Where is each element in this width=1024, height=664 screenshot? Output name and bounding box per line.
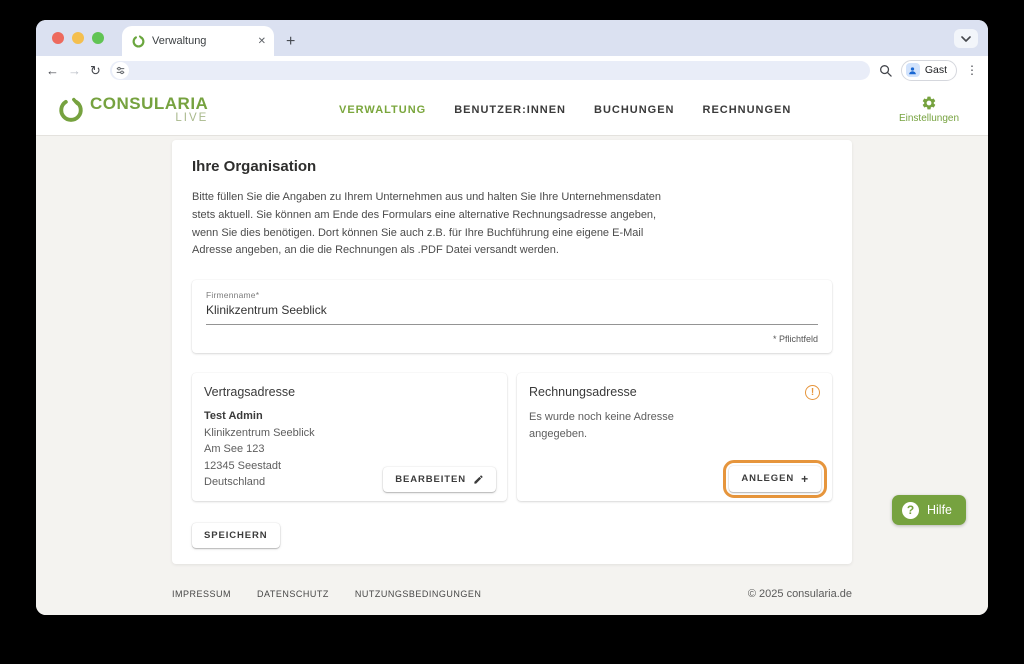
site-settings-icon[interactable] — [111, 61, 129, 79]
create-address-button[interactable]: ANLEGEN + — [729, 465, 821, 492]
minimize-window-button[interactable] — [72, 32, 84, 44]
tab-title: Verwaltung — [152, 35, 207, 47]
window-controls — [36, 20, 118, 56]
billing-address-head: Rechnungsadresse ! — [529, 385, 820, 401]
page-title: Ihre Organisation — [192, 158, 317, 175]
zoom-icon[interactable] — [879, 64, 892, 77]
organisation-card: Ihre Organisation Bitte füllen Sie die A… — [172, 140, 852, 564]
edit-address-button[interactable]: BEARBEITEN — [383, 466, 496, 492]
logo-name: CONSULARIA — [90, 93, 209, 113]
address-bar[interactable] — [109, 60, 870, 80]
maximize-window-button[interactable] — [92, 32, 104, 44]
nav-item-rechnungen[interactable]: RECHNUNGEN — [703, 104, 792, 116]
tab-close-icon[interactable]: ✕ — [258, 36, 266, 47]
close-window-button[interactable] — [52, 32, 64, 44]
footer-link-nutzungsbedingungen[interactable]: NUTZUNGSBEDINGUNGEN — [355, 589, 482, 599]
pencil-icon — [473, 474, 484, 485]
app-logo: CONSULARIA LIVE — [58, 95, 208, 125]
contract-address-card: Vertragsadresse Test Admin Klinikzentrum… — [192, 373, 507, 501]
contract-address-name: Test Admin — [204, 410, 263, 423]
help-button-label: Hilfe — [926, 503, 952, 517]
address-row: Vertragsadresse Test Admin Klinikzentrum… — [192, 373, 832, 501]
logo-text: CONSULARIA LIVE — [90, 95, 208, 125]
plus-icon: + — [801, 471, 809, 486]
profile-chip[interactable]: Gast — [900, 59, 957, 81]
nav-item-benutzerinnen[interactable]: BENUTZER:INNEN — [454, 104, 566, 116]
app-header: CONSULARIA LIVE VERWALTUNG BENUTZER:INNE… — [36, 84, 988, 136]
company-name-input[interactable]: Klinikzentrum Seeblick — [206, 300, 818, 326]
browser-menu-icon[interactable]: ⋮ — [966, 63, 978, 77]
reload-button[interactable]: ↻ — [90, 64, 101, 77]
contract-address-line: Am See 123 — [204, 443, 265, 456]
edit-button-label: BEARBEITEN — [395, 473, 466, 485]
browser-toolbar: ← → ↻ Gast ⋮ — [36, 56, 988, 84]
nav-item-buchungen[interactable]: BUCHUNGEN — [594, 104, 675, 116]
billing-address-empty-text: Es wurde noch keine Adresse angegeben. — [529, 411, 674, 440]
gear-icon — [921, 95, 937, 111]
profile-avatar-icon — [905, 63, 920, 77]
create-button-label: ANLEGEN — [741, 473, 795, 485]
logo-sub: LIVE — [175, 111, 209, 124]
tab-search-button[interactable] — [954, 29, 978, 48]
question-icon: ? — [901, 501, 919, 519]
main-nav: VERWALTUNG BENUTZER:INNEN BUCHUNGEN RECH… — [309, 104, 791, 116]
anlegen-highlight-ring: ANLEGEN + — [723, 459, 827, 498]
settings-label: Einstellungen — [898, 113, 960, 124]
contract-address-line: Klinikzentrum Seeblick — [204, 426, 315, 439]
copyright-text: © 2025 consularia.de — [747, 587, 852, 600]
page-description: Bitte füllen Sie die Angaben zu Ihrem Un… — [192, 191, 662, 257]
company-name-card: Firmenname* Klinikzentrum Seeblick * Pfl… — [192, 280, 832, 354]
footer-link-datenschutz[interactable]: DATENSCHUTZ — [257, 589, 329, 599]
tab-strip: Verwaltung ✕ + — [36, 20, 988, 56]
page-footer: IMPRESSUM DATENSCHUTZ NUTZUNGSBEDINGUNGE… — [172, 588, 852, 600]
favicon — [132, 34, 145, 48]
profile-label: Gast — [924, 64, 947, 76]
consularia-logo-icon — [58, 97, 84, 123]
browser-window: Verwaltung ✕ + ← → ↻ Gast ⋮ CONSULARIA L… — [36, 20, 988, 615]
save-button-label: SPEICHERN — [204, 529, 268, 541]
billing-address-title: Rechnungsadresse — [529, 385, 637, 400]
page-body: Ihre Organisation Bitte füllen Sie die A… — [36, 136, 988, 615]
contract-address-title: Vertragsadresse — [204, 385, 296, 400]
forward-button: → — [68, 62, 81, 78]
help-button[interactable]: ? Hilfe — [891, 495, 966, 525]
settings-button[interactable]: Einstellungen — [892, 95, 966, 124]
save-button[interactable]: SPEICHERN — [192, 522, 280, 548]
required-field-note: * Pflichtfeld — [772, 334, 818, 345]
browser-tab[interactable]: Verwaltung ✕ — [122, 26, 274, 56]
company-name-label: Firmenname* — [206, 290, 260, 301]
back-button[interactable]: ← — [46, 64, 59, 77]
new-tab-button[interactable]: + — [286, 34, 295, 50]
billing-address-card: Rechnungsadresse ! Es wurde noch keine A… — [517, 373, 832, 501]
footer-link-impressum[interactable]: IMPRESSUM — [172, 589, 231, 599]
nav-item-verwaltung[interactable]: VERWALTUNG — [339, 104, 426, 116]
warning-icon: ! — [805, 385, 820, 401]
